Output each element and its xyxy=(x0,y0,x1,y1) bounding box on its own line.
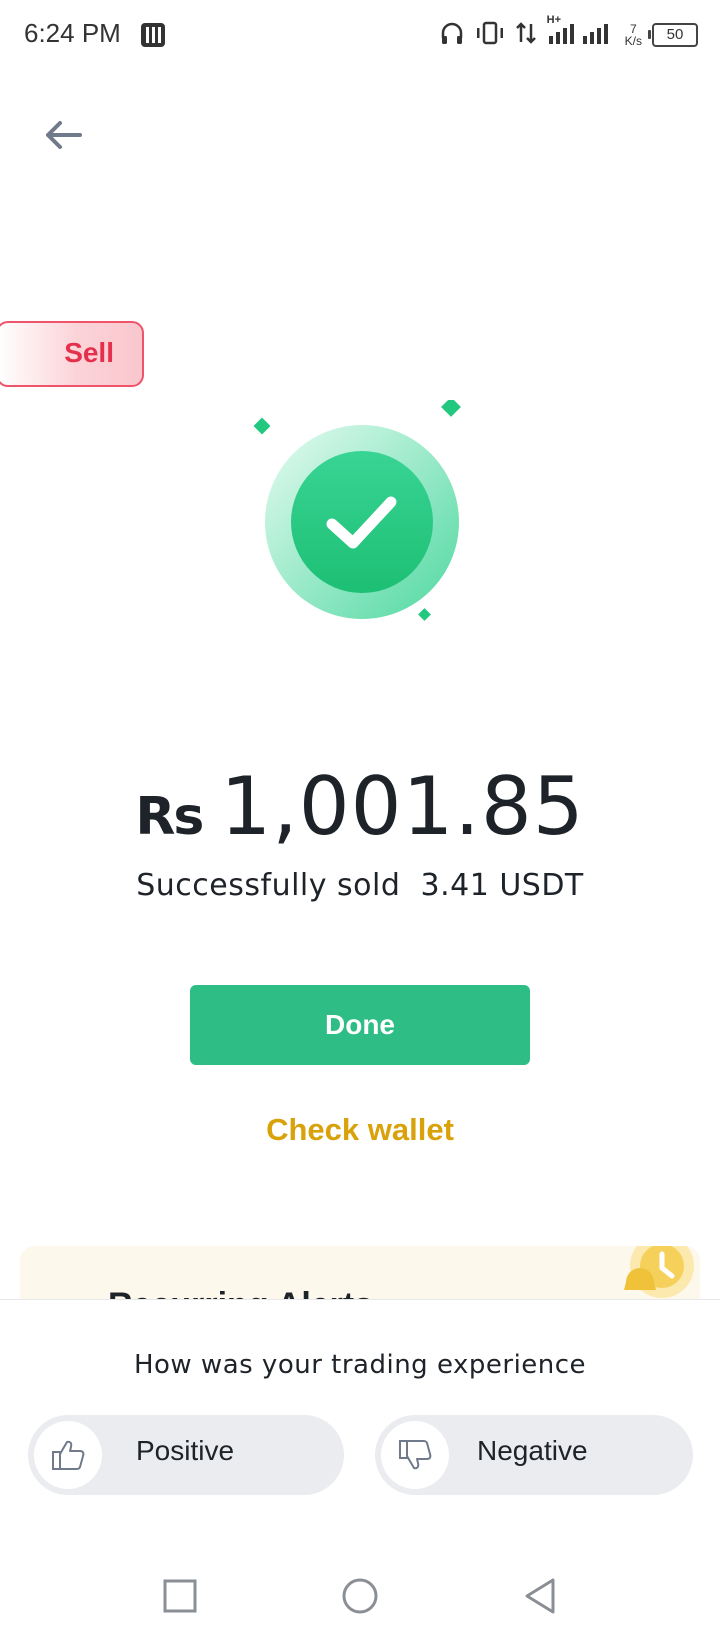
arrow-left-icon xyxy=(46,121,82,149)
check-wallet-link[interactable]: Check wallet xyxy=(0,1112,720,1148)
positive-feedback-button[interactable]: Positive xyxy=(28,1415,344,1495)
battery-icon: 50 xyxy=(648,23,698,47)
back-button[interactable] xyxy=(40,115,88,155)
recurring-alerts-banner[interactable]: Recurring Alerts xyxy=(20,1246,700,1300)
thumbs-up-icon xyxy=(34,1421,102,1489)
sell-badge: Sell xyxy=(0,321,144,387)
data-transfer-icon xyxy=(515,20,537,50)
thumbs-down-icon xyxy=(381,1421,449,1489)
home-circle-icon[interactable] xyxy=(336,1572,384,1620)
sell-badge-label: Sell xyxy=(64,337,114,368)
headphones-icon xyxy=(439,20,465,50)
negative-label: Negative xyxy=(477,1435,588,1466)
vibrate-icon xyxy=(475,20,505,50)
amount-value: 1,001.85 xyxy=(220,760,585,853)
bell-clock-icon xyxy=(624,1246,694,1298)
amount-row: Rs 1,001.85 xyxy=(0,760,720,853)
currency-label: Rs xyxy=(135,787,204,847)
network-type-label: H+ xyxy=(546,14,562,26)
feedback-question: How was your trading experience xyxy=(133,1350,587,1380)
net-speed: 7 K/s xyxy=(624,22,642,48)
signal-icon: H+ xyxy=(547,14,615,50)
banner-title: Recurring Alerts xyxy=(108,1286,373,1300)
status-time: 6:24 PM xyxy=(24,18,121,48)
system-nav-bar xyxy=(0,1550,720,1640)
done-button[interactable]: Done xyxy=(190,985,530,1065)
check-circle-icon xyxy=(253,397,461,621)
feedback-sheet: How was your trading experience Positive… xyxy=(0,1300,720,1530)
status-bar: 6:24 PM H+ 7 K/s 50 xyxy=(0,0,720,74)
status-icons: H+ 7 K/s 50 xyxy=(439,14,698,52)
negative-feedback-button[interactable]: Negative xyxy=(375,1415,693,1495)
positive-label: Positive xyxy=(136,1435,235,1466)
success-message: Successfully sold 3.41 USDT xyxy=(136,868,584,903)
recents-square-icon[interactable] xyxy=(156,1572,204,1620)
screen-record-icon xyxy=(140,22,166,52)
success-graphic xyxy=(240,397,480,640)
back-triangle-icon[interactable] xyxy=(516,1572,564,1620)
